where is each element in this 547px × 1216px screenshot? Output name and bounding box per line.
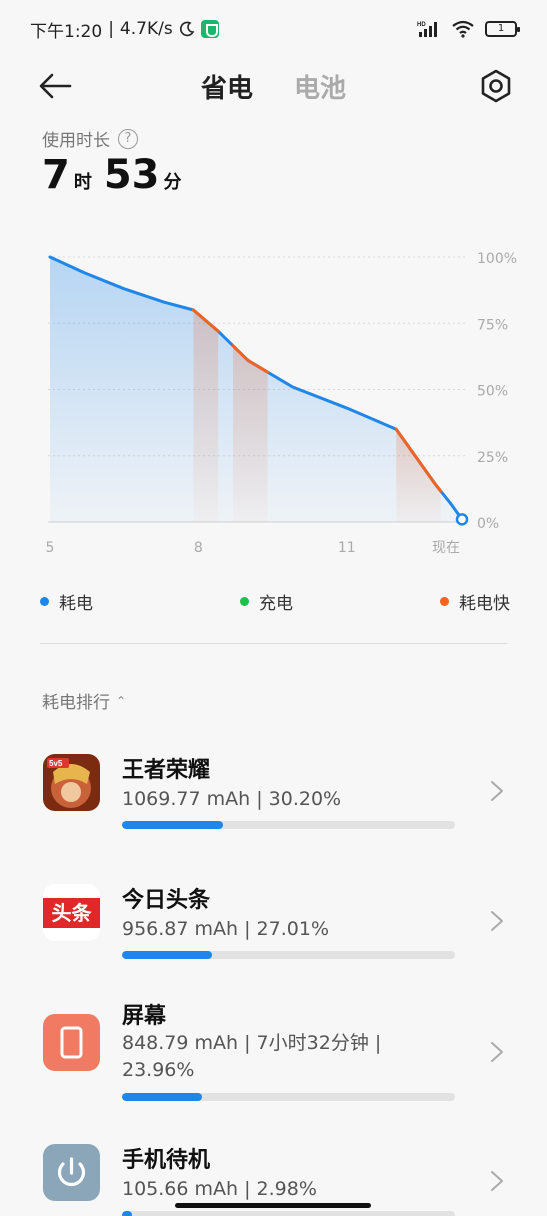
app-detail: 956.87 mAh | 27.01% — [122, 918, 329, 940]
y-tick-label: 0% — [477, 516, 499, 532]
toutiao-icon: 头条 — [43, 884, 100, 941]
x-tick-label: 8 — [194, 540, 203, 556]
tab-bar: 省电 电池 — [0, 68, 547, 105]
header: 省电 电池 — [0, 58, 547, 118]
legend-label-fast-drain: 耗电快 — [459, 593, 510, 614]
phone-screen-icon — [43, 1014, 100, 1071]
app-row-screen[interactable]: 屏幕 848.79 mAh | 7小时32分钟 | 23.96% — [0, 996, 547, 1106]
app-name: 屏幕 — [122, 1004, 167, 1029]
y-tick-label: 25% — [477, 450, 508, 466]
chevron-right-icon — [491, 781, 503, 801]
legend-label-drain: 耗电 — [59, 593, 93, 614]
tab-battery[interactable]: 电池 — [294, 68, 346, 105]
legend-dot-charge — [240, 596, 249, 606]
legend-item-charge: 充电 — [240, 588, 293, 614]
y-tick-label: 75% — [477, 317, 508, 333]
legend-dot-drain — [40, 596, 49, 606]
current-point-marker — [455, 513, 469, 526]
app-name: 今日头条 — [122, 888, 211, 913]
battery-level-chart[interactable]: 100% 75% 50% 25% 0% 5 8 11 现在 — [0, 240, 547, 570]
fast-drain-area — [396, 429, 441, 522]
status-separator: | — [108, 19, 114, 39]
sort-updown-icon: ⌃ — [116, 693, 127, 708]
usage-duration-value: 7 时 53 分 — [42, 152, 190, 198]
usage-duration-label: 使用时长 ? — [42, 126, 138, 151]
status-time: 下午1:20 — [30, 21, 103, 42]
section-divider — [40, 643, 507, 644]
chart-y-ticks: 100% 75% 50% 25% 0% — [477, 251, 517, 532]
status-left: 下午1:20 | 4.7K/s — [30, 17, 219, 42]
usage-progress-bar — [122, 1211, 455, 1216]
usage-progress-fill — [122, 951, 212, 959]
legend-item-drain: 耗电 — [40, 588, 93, 614]
app-row-toutiao[interactable]: 头条 今日头条 956.87 mAh | 27.01% — [0, 880, 547, 970]
chart-legend: 耗电 充电 耗电快 — [40, 588, 510, 614]
usage-progress-bar — [122, 951, 455, 959]
legend-item-fast-drain: 耗电快 — [440, 588, 510, 614]
app-detail: 1069.77 mAh | 30.20% — [122, 788, 342, 810]
fast-drain-area — [233, 345, 268, 522]
app-detail: 105.66 mAh | 2.98% — [122, 1178, 317, 1200]
app-name: 王者荣耀 — [122, 758, 211, 783]
security-shield-icon — [200, 20, 219, 38]
usage-progress-bar — [122, 821, 455, 829]
app-name: 手机待机 — [122, 1148, 211, 1173]
svg-text:5v5: 5v5 — [49, 759, 63, 768]
usage-hours-unit: 时 — [73, 172, 92, 193]
fast-drain-area — [193, 310, 219, 522]
ranking-title: 耗电排行 — [42, 693, 110, 713]
app-row-honor-of-kings[interactable]: 5v5 王者荣耀 1069.77 mAh | 30.20% — [0, 750, 547, 840]
legend-dot-fast-drain — [440, 596, 449, 606]
chevron-right-icon — [491, 911, 503, 931]
toutiao-icon-text: 头条 — [51, 901, 92, 925]
usage-minutes: 53 — [103, 152, 160, 198]
usage-progress-fill — [122, 821, 223, 829]
home-indicator[interactable] — [175, 1203, 371, 1208]
status-bar: 下午1:20 | 4.7K/s HD 1 — [0, 0, 547, 58]
battery-level: 1 — [497, 23, 505, 34]
cellular-signal-icon: HD — [417, 22, 437, 37]
honor-of-kings-icon: 5v5 — [43, 754, 100, 811]
power-icon — [43, 1144, 100, 1201]
svg-text:HD: HD — [417, 22, 426, 28]
settings-gear-icon[interactable] — [478, 68, 514, 104]
usage-minutes-unit: 分 — [163, 172, 182, 193]
app-detail: 848.79 mAh | 7小时32分钟 | 23.96% — [122, 1032, 382, 1081]
status-right: HD 1 — [417, 20, 520, 38]
wifi-icon — [452, 20, 474, 38]
tab-power-saving[interactable]: 省电 — [201, 68, 253, 105]
usage-progress-bar — [122, 1093, 455, 1101]
usage-hours: 7 — [42, 152, 70, 198]
ranking-sort-toggle[interactable]: 耗电排行 ⌃ — [42, 688, 126, 713]
chevron-right-icon — [491, 1042, 503, 1062]
x-tick-label: 5 — [46, 540, 55, 556]
chevron-right-icon — [491, 1171, 503, 1191]
x-tick-label: 现在 — [432, 540, 460, 556]
x-tick-label: 11 — [338, 540, 356, 556]
moon-icon — [179, 21, 195, 37]
battery-icon: 1 — [485, 21, 520, 37]
usage-progress-fill — [122, 1093, 202, 1101]
network-speed: 4.7K/s — [119, 19, 173, 39]
y-tick-label: 100% — [477, 251, 517, 267]
chart-x-ticks: 5 8 11 现在 — [46, 540, 460, 556]
usage-label-text: 使用时长 — [42, 131, 110, 151]
usage-progress-fill — [122, 1211, 132, 1216]
legend-label-charge: 充电 — [259, 593, 293, 614]
help-icon[interactable]: ? — [118, 128, 138, 149]
y-tick-label: 50% — [477, 384, 508, 400]
